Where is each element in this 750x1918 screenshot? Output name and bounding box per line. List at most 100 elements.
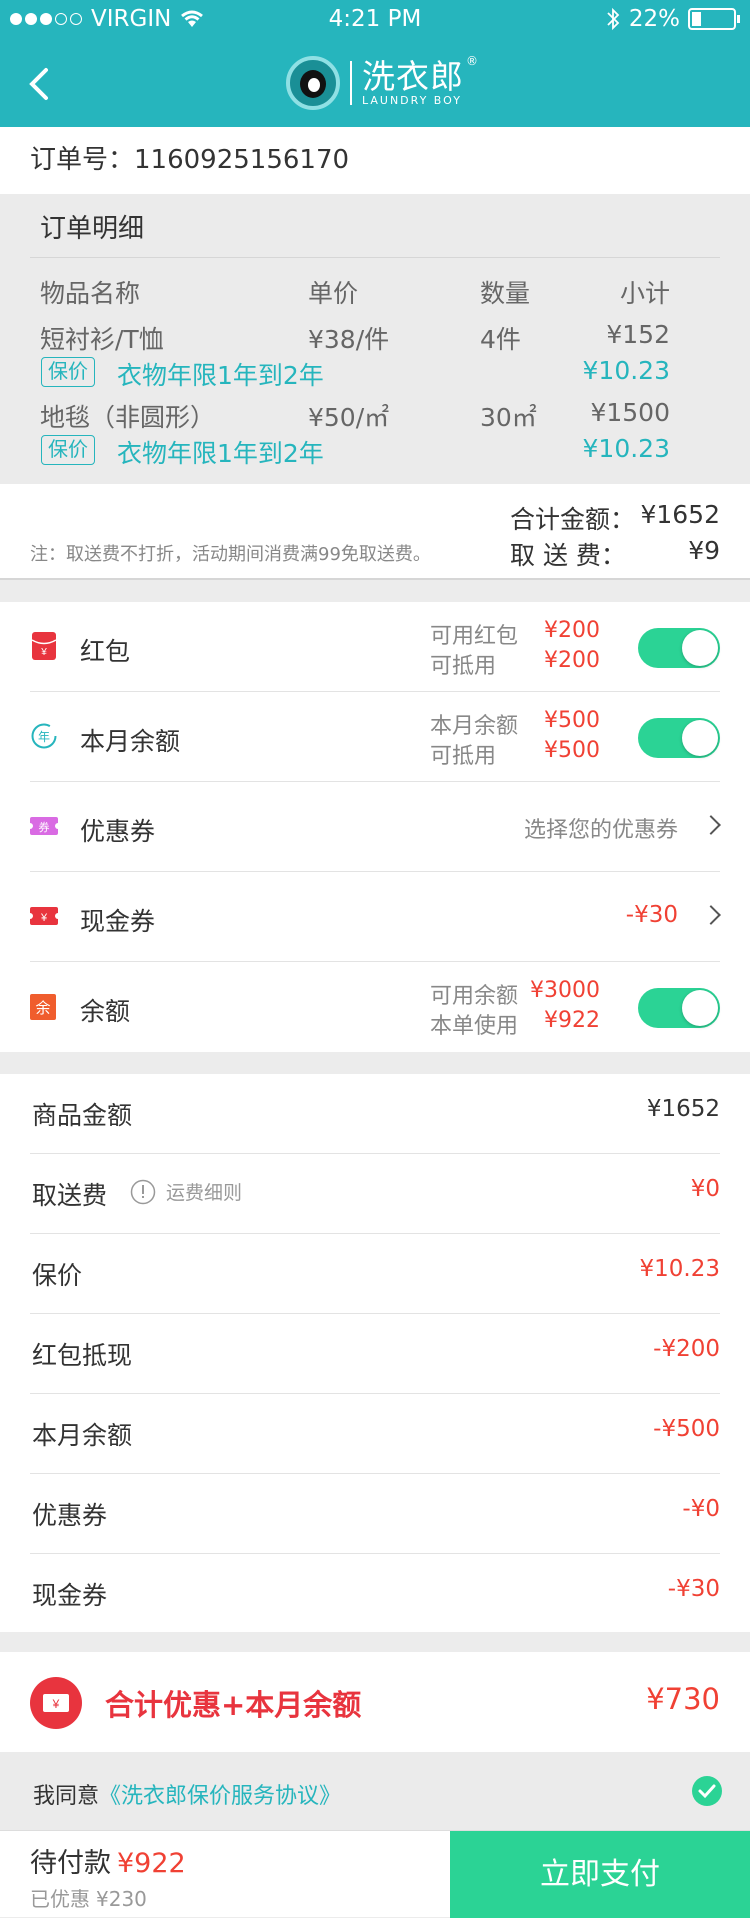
summary-label: 现金券 <box>32 1581 108 1610</box>
item-insurance-fee: ¥10.23 <box>582 434 670 463</box>
option-label: 优惠券 <box>80 817 156 846</box>
option-coupon[interactable]: 券 优惠券 选择您的优惠券 <box>30 782 721 872</box>
column-header: 物品名称 <box>40 279 141 308</box>
column-header: 数量 <box>480 279 531 308</box>
price-summary: 商品金额 ¥1652 取送费 运费细则 ¥0 保价 ¥10.23 红包抵现 -¥… <box>0 1074 750 1632</box>
brand-logo: 洗衣郎 LAUNDRY BOY ® <box>286 54 478 110</box>
svg-text:券: 券 <box>39 820 50 834</box>
option-val1: ¥500 <box>544 708 600 733</box>
item-qty: 4件 <box>480 325 521 354</box>
combined-value: ¥730 <box>646 1682 720 1716</box>
column-header: 小计 <box>619 279 670 308</box>
summary-row: 商品金额 ¥1652 <box>30 1074 720 1154</box>
brand-name-en: LAUNDRY BOY <box>362 93 462 107</box>
item-subtotal: ¥1500 <box>590 398 670 427</box>
agreement-link[interactable]: 《洗衣郎保价服务协议》 <box>99 1784 341 1809</box>
order-number-row: 订单号：1160925156170 <box>0 127 750 194</box>
summary-label: 取送费 <box>32 1181 108 1210</box>
option-label: 现金券 <box>80 907 156 936</box>
option-cash[interactable]: ¥ 现金券 -¥30 <box>30 872 721 962</box>
option-label: 红包 <box>80 637 131 666</box>
chevron-right-icon <box>701 905 721 925</box>
option-hongbao: ¥ 红包 可用红包 ¥200 可抵用 ¥200 <box>30 602 720 692</box>
summary-row: 取送费 运费细则 ¥0 <box>30 1154 720 1234</box>
summary-value: -¥500 <box>653 1416 720 1442</box>
option-label: 余额 <box>80 997 131 1026</box>
combined-label: 合计优惠+本月余额 <box>105 1688 362 1722</box>
monthly-toggle[interactable] <box>638 718 720 758</box>
item-price: ¥50/㎡ <box>308 403 390 432</box>
delivery-value: ¥9 <box>688 536 720 565</box>
penguin-logo-icon <box>286 56 340 110</box>
summary-value: -¥30 <box>667 1576 720 1602</box>
monthly-balance-icon: 年 <box>31 723 57 749</box>
sum-row: 合计金额： ¥1652 <box>510 500 720 536</box>
balance-icon: 余 <box>30 994 56 1020</box>
delivery-rules-text: 运费细则 <box>166 1182 243 1204</box>
saved-label: 已优惠 <box>30 1887 90 1911</box>
delivery-rules-link[interactable]: 运费细则 <box>130 1178 242 1205</box>
app-header: VIRGIN 4:21 PM 22% 洗衣郎 LAUNDRY BOY ® <box>0 0 750 127</box>
summary-label: 本月余额 <box>32 1421 133 1450</box>
summary-row: 保价 ¥10.23 <box>30 1234 720 1314</box>
sum-label: 合计金额： <box>510 505 636 534</box>
option-val2: ¥200 <box>544 648 600 673</box>
summary-label: 商品金额 <box>32 1101 133 1130</box>
summary-value: ¥10.23 <box>639 1256 720 1282</box>
sum-value: ¥1652 <box>640 500 720 529</box>
summary-label: 保价 <box>32 1261 83 1290</box>
option-val1: ¥3000 <box>530 978 600 1003</box>
ticket-icon: ¥ <box>30 1677 82 1729</box>
delivery-label: 取 送 费： <box>510 541 626 570</box>
item-insurance-text: 衣物年限1年到2年 <box>117 439 324 468</box>
summary-label: 红包抵现 <box>32 1341 133 1370</box>
cash-coupon-icon: ¥ <box>30 907 58 925</box>
due-row: 待付款 ¥922 <box>30 1841 186 1880</box>
option-balance: 余 余额 可用余额 ¥3000 本单使用 ¥922 <box>30 962 720 1052</box>
order-number-label: 订单号： <box>30 145 135 175</box>
order-number: 1160925156170 <box>134 145 350 175</box>
option-val2: ¥500 <box>544 738 600 763</box>
balance-toggle[interactable] <box>638 988 720 1028</box>
saved-row: 已优惠 ¥230 <box>30 1883 147 1912</box>
payment-options: ¥ 红包 可用红包 ¥200 可抵用 ¥200 年 本月余额 本月余额 ¥500… <box>0 602 750 1052</box>
red-envelope-icon: ¥ <box>31 632 57 660</box>
totals-note: 注：取送费不打折，活动期间消费满99免取送费。 <box>30 544 431 565</box>
pay-now-button[interactable]: 立即支付 <box>450 1831 750 1918</box>
coupon-icon: 券 <box>30 817 58 835</box>
order-detail: 订单明细 物品名称 单价 数量 小计 短衬衫/T恤 ¥38/件 4件 ¥152 … <box>0 194 750 484</box>
item-insurance-text: 衣物年限1年到2年 <box>117 361 324 390</box>
battery-icon <box>688 8 740 30</box>
status-right: 22% <box>605 6 740 32</box>
item-qty: 30㎡ <box>480 403 537 432</box>
info-icon <box>130 1179 156 1204</box>
delivery-row: 取 送 费： ¥9 <box>510 536 720 572</box>
due-label: 待付款 <box>30 1848 111 1879</box>
summary-value: -¥0 <box>682 1496 720 1522</box>
svg-text:¥: ¥ <box>40 912 48 924</box>
check-circle-icon[interactable] <box>692 1776 722 1806</box>
insurance-badge: 保价 <box>41 435 95 465</box>
summary-row: 本月余额 -¥500 <box>30 1394 720 1474</box>
registered-mark: ® <box>466 54 478 68</box>
option-val1: ¥200 <box>544 618 600 643</box>
hongbao-toggle[interactable] <box>638 628 720 668</box>
detail-title: 订单明细 <box>40 214 145 244</box>
svg-text:¥: ¥ <box>52 1697 60 1711</box>
option-val2: ¥922 <box>544 1008 600 1033</box>
agreement-row: 我同意《洗衣郎保价服务协议》 <box>0 1752 750 1830</box>
item-insurance-fee: ¥10.23 <box>582 356 670 385</box>
option-monthly: 年 本月余额 本月余额 ¥500 可抵用 ¥500 <box>30 692 720 782</box>
order-totals: 注：取送费不打折，活动期间消费满99免取送费。 合计金额： ¥1652 取 送 费… <box>0 484 750 580</box>
column-header: 单价 <box>308 279 359 308</box>
agreement-prefix: 我同意 <box>33 1784 100 1809</box>
svg-text:余: 余 <box>35 999 50 1017</box>
combined-discount: ¥ 合计优惠+本月余额 ¥730 <box>0 1652 750 1752</box>
summary-row: 现金券 -¥30 <box>30 1554 720 1634</box>
summary-label: 优惠券 <box>32 1501 108 1530</box>
brand-name-cn: 洗衣郎 <box>362 56 464 96</box>
agreement-text: 我同意《洗衣郎保价服务协议》 <box>33 1778 341 1810</box>
item-price: ¥38/件 <box>308 325 390 354</box>
svg-text:¥: ¥ <box>40 647 47 658</box>
back-arrow-icon[interactable] <box>22 62 58 106</box>
